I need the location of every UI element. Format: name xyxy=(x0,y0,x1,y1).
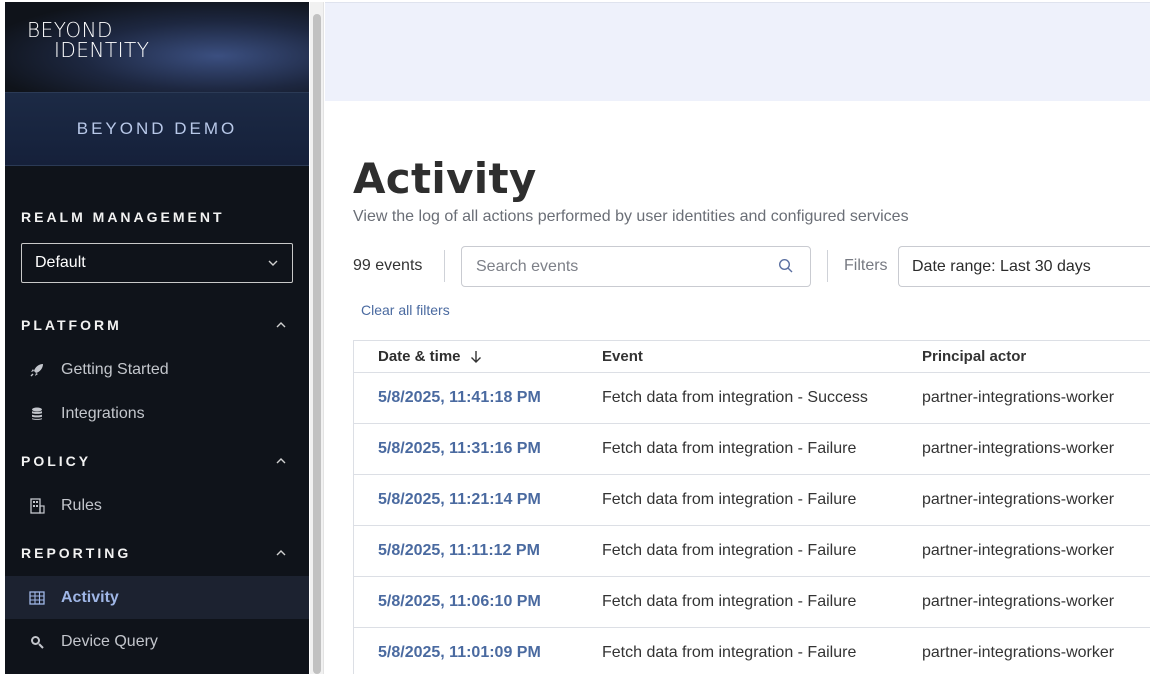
chevron-down-icon xyxy=(268,260,278,266)
row-date-link[interactable]: 5/8/2025, 11:06:10 PM xyxy=(354,593,602,611)
chevron-up-icon xyxy=(276,550,286,556)
sidebar-item-rules[interactable]: Rules xyxy=(5,484,309,527)
sidebar-item-activity[interactable]: Activity xyxy=(5,576,309,619)
sidebar-item-label: Getting Started xyxy=(61,360,169,378)
reporting-group-header[interactable]: REPORTING xyxy=(5,541,309,565)
divider xyxy=(444,250,445,282)
chevron-up-icon xyxy=(276,322,286,328)
column-principal-actor[interactable]: Principal actor xyxy=(922,348,1150,365)
platform-title: PLATFORM xyxy=(21,317,122,333)
search-input[interactable]: Search events xyxy=(461,246,811,287)
search-placeholder: Search events xyxy=(476,257,579,275)
row-date-link[interactable]: 5/8/2025, 11:31:16 PM xyxy=(354,440,602,458)
table-header: Date & time Event Principal actor xyxy=(354,341,1150,373)
table-row[interactable]: 5/8/2025, 11:01:09 PM Fetch data from in… xyxy=(354,628,1150,674)
policy-group-header[interactable]: POLICY xyxy=(5,449,309,473)
realm-select-value: Default xyxy=(35,254,86,271)
date-range-filter[interactable]: Date range: Last 30 days xyxy=(898,246,1150,287)
table-row[interactable]: 5/8/2025, 11:11:12 PM Fetch data from in… xyxy=(354,526,1150,577)
policy-title: POLICY xyxy=(21,453,92,469)
row-event: Fetch data from integration - Failure xyxy=(602,542,857,559)
event-count: 99 events xyxy=(353,257,423,274)
column-label: Date & time xyxy=(378,348,461,365)
sidebar-item-label: Device Query xyxy=(61,632,158,650)
activity-table: Date & time Event Principal actor 5/8/20… xyxy=(353,340,1150,674)
row-event: Fetch data from integration - Failure xyxy=(602,593,857,610)
clear-all-filters-link[interactable]: Clear all filters xyxy=(361,302,450,318)
realm-management-title: REALM MANAGEMENT xyxy=(21,209,225,225)
date-range-value: Date range: Last 30 days xyxy=(912,257,1091,275)
logo-area: BEYOND IDENTITY xyxy=(5,2,309,92)
sidebar-item-label: Activity xyxy=(61,588,119,606)
page-subtitle: View the log of all actions performed by… xyxy=(353,208,909,225)
magnifier-icon xyxy=(29,634,45,650)
row-date-link[interactable]: 5/8/2025, 11:41:18 PM xyxy=(354,389,602,407)
row-event: Fetch data from integration - Success xyxy=(602,389,868,406)
divider xyxy=(827,250,828,282)
column-event[interactable]: Event xyxy=(602,348,922,365)
rules-icon xyxy=(29,497,45,514)
sidebar-item-label: Rules xyxy=(61,496,102,514)
row-principal-actor: partner-integrations-worker xyxy=(922,644,1115,661)
row-date-link[interactable]: 5/8/2025, 11:21:14 PM xyxy=(354,491,602,509)
row-event: Fetch data from integration - Failure xyxy=(602,491,857,508)
top-banner xyxy=(325,2,1150,101)
tenant-name[interactable]: BEYOND DEMO xyxy=(5,92,309,166)
table-row[interactable]: 5/8/2025, 11:21:14 PM Fetch data from in… xyxy=(354,475,1150,526)
row-principal-actor: partner-integrations-worker xyxy=(922,593,1115,610)
sidebar-item-label: Integrations xyxy=(61,404,145,422)
row-principal-actor: partner-integrations-worker xyxy=(922,389,1115,406)
table-row[interactable]: 5/8/2025, 11:06:10 PM Fetch data from in… xyxy=(354,577,1150,628)
table-row[interactable]: 5/8/2025, 11:41:18 PM Fetch data from in… xyxy=(354,373,1150,424)
row-event: Fetch data from integration - Failure xyxy=(602,644,857,661)
row-principal-actor: partner-integrations-worker xyxy=(922,542,1115,559)
sidebar-scrollbar-thumb[interactable] xyxy=(313,14,321,674)
logo-line-1: BEYOND xyxy=(27,18,113,42)
table-row[interactable]: 5/8/2025, 11:31:16 PM Fetch data from in… xyxy=(354,424,1150,475)
sidebar-item-getting-started[interactable]: Getting Started xyxy=(5,348,309,391)
row-principal-actor: partner-integrations-worker xyxy=(922,440,1115,457)
rocket-icon xyxy=(29,362,45,378)
platform-group-header[interactable]: PLATFORM xyxy=(5,313,309,337)
brand-logo[interactable]: BEYOND IDENTITY xyxy=(27,20,149,60)
reporting-title: REPORTING xyxy=(21,545,132,561)
row-date-link[interactable]: 5/8/2025, 11:01:09 PM xyxy=(354,644,602,662)
chevron-up-icon xyxy=(276,458,286,464)
row-date-link[interactable]: 5/8/2025, 11:11:12 PM xyxy=(354,542,602,560)
database-icon xyxy=(29,406,45,422)
filters-label: Filters xyxy=(844,257,888,274)
page-title: Activity xyxy=(353,154,537,203)
search-icon[interactable] xyxy=(778,258,794,274)
row-principal-actor: partner-integrations-worker xyxy=(922,491,1115,508)
row-event: Fetch data from integration - Failure xyxy=(602,440,857,457)
realm-select[interactable]: Default xyxy=(21,243,293,283)
logo-line-2: IDENTITY xyxy=(54,38,150,62)
sort-descending-icon[interactable] xyxy=(469,350,483,364)
column-date-time[interactable]: Date & time xyxy=(354,348,602,365)
table-icon xyxy=(29,590,45,606)
sidebar-item-integrations[interactable]: Integrations xyxy=(5,392,309,435)
sidebar-item-device-query[interactable]: Device Query xyxy=(5,620,309,663)
sidebar: BEYOND IDENTITY BEYOND DEMO REALM MANAGE… xyxy=(5,2,309,674)
